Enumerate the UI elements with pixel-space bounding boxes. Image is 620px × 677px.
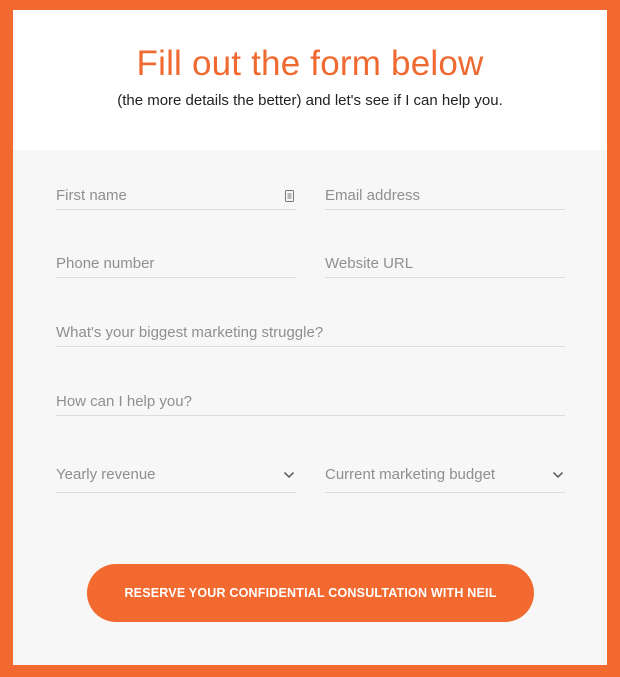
struggle-input[interactable] (56, 320, 565, 345)
help-field (56, 388, 565, 416)
chevron-down-icon[interactable] (282, 468, 296, 482)
chevron-down-icon[interactable] (551, 468, 565, 482)
contact-card-icon[interactable] (283, 188, 296, 204)
form-panel: Yearly revenue Current marketing budget … (13, 150, 607, 665)
website-input[interactable] (325, 251, 565, 276)
phone-input[interactable] (56, 251, 296, 276)
help-input[interactable] (56, 389, 565, 414)
revenue-select-label: Yearly revenue (56, 466, 156, 483)
form-card: Fill out the form below (the more detail… (13, 10, 607, 665)
email-input[interactable] (325, 183, 565, 208)
first-name-field (56, 182, 296, 210)
struggle-field (56, 319, 565, 347)
page-title: Fill out the form below (136, 44, 484, 83)
website-field (325, 250, 565, 278)
first-name-input[interactable] (56, 183, 283, 208)
budget-select-label: Current marketing budget (325, 466, 496, 483)
email-field (325, 182, 565, 210)
revenue-select[interactable]: Yearly revenue (56, 457, 296, 493)
form-header: Fill out the form below (the more detail… (13, 10, 607, 150)
reserve-consultation-button[interactable]: RESERVE YOUR CONFIDENTIAL CONSULTATION W… (87, 564, 534, 622)
budget-select[interactable]: Current marketing budget (325, 457, 565, 493)
page-subtitle: (the more details the better) and let's … (117, 92, 503, 109)
phone-field (56, 250, 296, 278)
